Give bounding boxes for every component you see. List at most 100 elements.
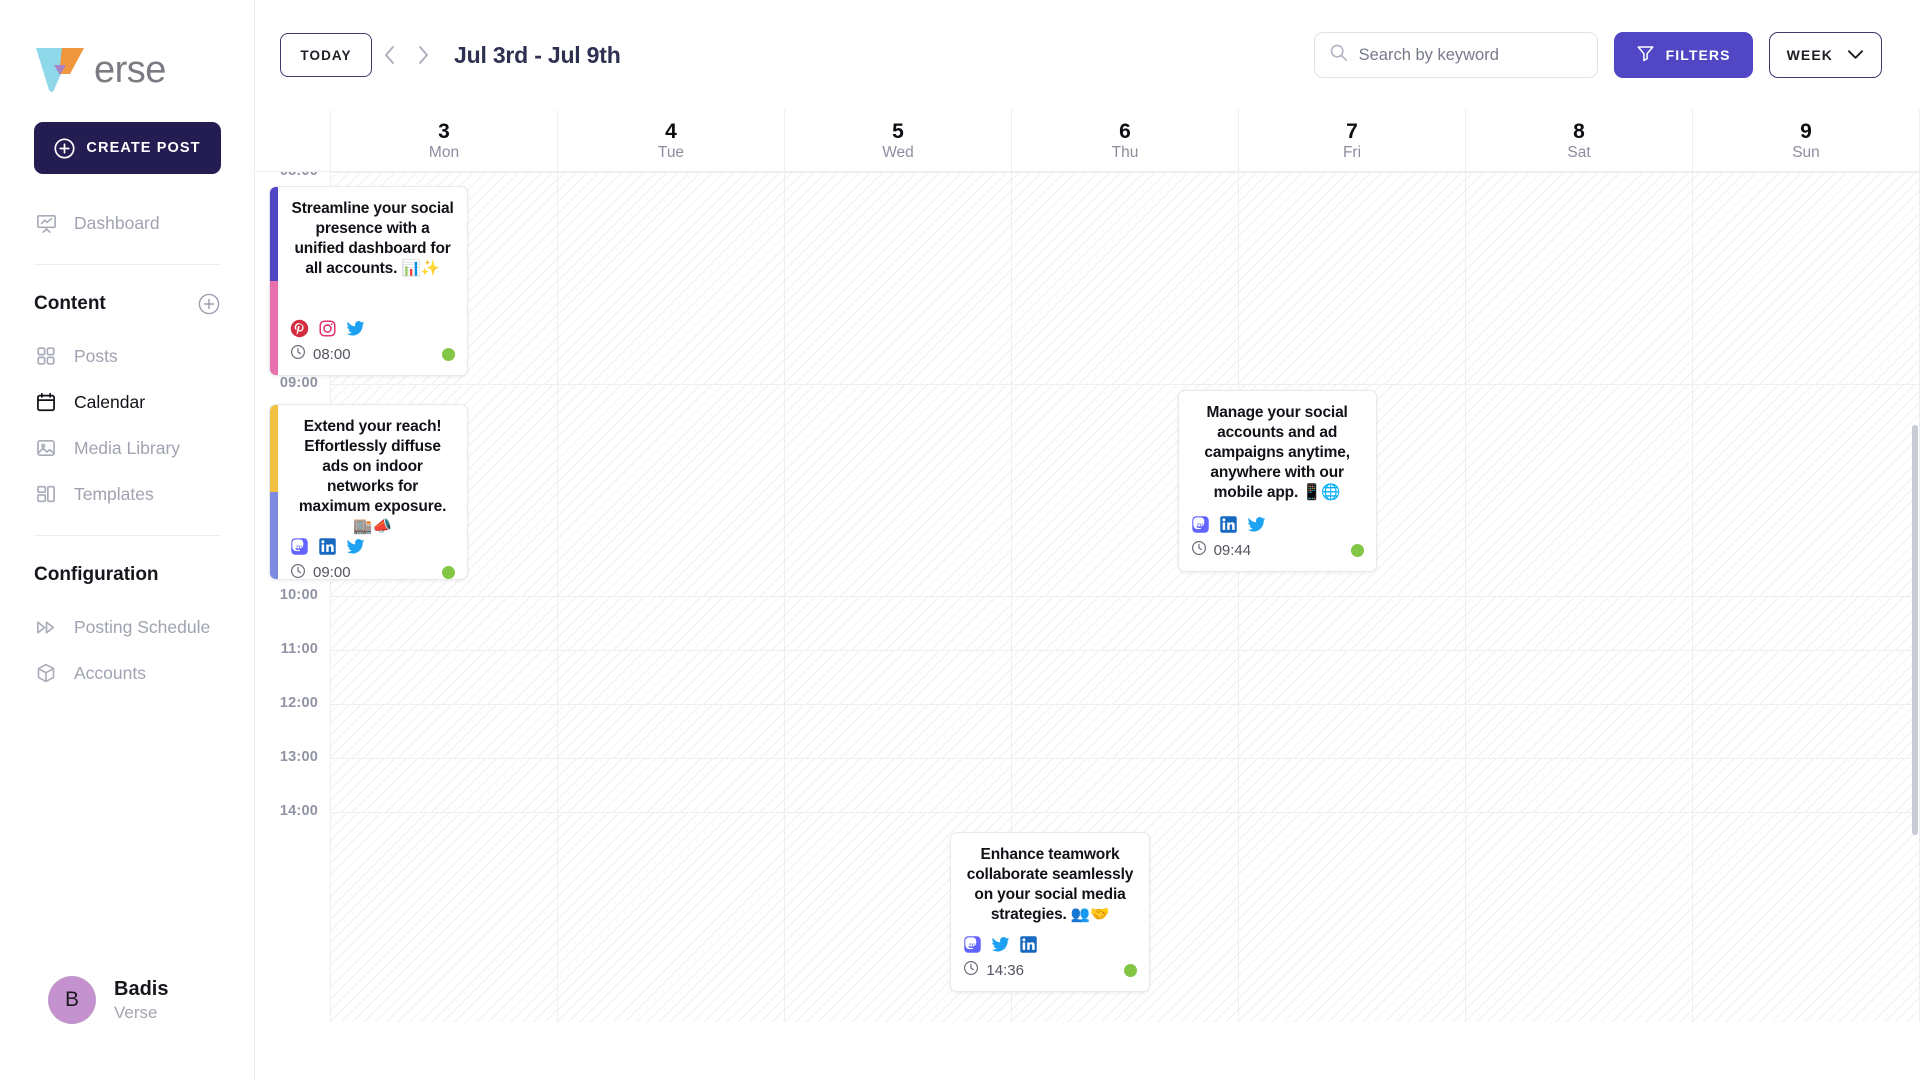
view-mode-dropdown[interactable]: WEEK xyxy=(1768,32,1882,78)
calendar-cell[interactable] xyxy=(784,385,1011,596)
search-field[interactable] xyxy=(1313,32,1598,78)
calendar-cell[interactable] xyxy=(1011,705,1238,758)
twitter-icon xyxy=(1247,515,1266,534)
calendar-cell[interactable] xyxy=(1238,597,1465,650)
day-header-fri[interactable]: 7 Fri xyxy=(1238,110,1465,171)
svg-text:m: m xyxy=(296,543,303,552)
day-header-thu[interactable]: 6 Thu xyxy=(1011,110,1238,171)
calendar-cell[interactable] xyxy=(1238,173,1465,384)
calendar-cell[interactable] xyxy=(330,813,557,1022)
calendar-cell[interactable] xyxy=(784,651,1011,704)
calendar-cell[interactable] xyxy=(1238,705,1465,758)
prev-week-button[interactable] xyxy=(372,35,406,75)
calendar-scroll-area[interactable]: 08:00 09:00 10:00 11:00 12:00 13:00 14:00 Stre… xyxy=(255,172,1920,1080)
sidebar-nav: Dashboard Content Posts Calendar Media L… xyxy=(0,200,254,696)
calendar-cell[interactable] xyxy=(1238,813,1465,1022)
vertical-scrollbar[interactable] xyxy=(1912,425,1918,835)
day-header-sat[interactable]: 8 Sat xyxy=(1465,110,1692,171)
calendar-cell[interactable] xyxy=(1465,759,1692,812)
app-logo[interactable]: erse xyxy=(0,8,254,94)
calendar-cell[interactable] xyxy=(1011,173,1238,384)
calendar-cell[interactable] xyxy=(784,173,1011,384)
calendar-cell[interactable] xyxy=(1692,385,1920,596)
calendar-cell[interactable] xyxy=(1465,385,1692,596)
calendar-cell[interactable] xyxy=(330,705,557,758)
profile-name: Badis xyxy=(114,977,169,1000)
calendar-cell[interactable] xyxy=(557,705,784,758)
user-profile[interactable]: B Badis Verse xyxy=(0,952,254,1048)
create-post-button[interactable]: CREATE POST xyxy=(34,122,221,174)
section-title: Content xyxy=(34,293,106,314)
calendar-cell[interactable] xyxy=(330,651,557,704)
calendar-cell[interactable] xyxy=(1465,705,1692,758)
sidebar-item-media-library[interactable]: Media Library xyxy=(0,425,254,471)
filters-button[interactable]: FILTERS xyxy=(1613,32,1753,78)
day-header-mon[interactable]: 3 Mon xyxy=(330,110,557,171)
calendar-cell[interactable] xyxy=(1465,651,1692,704)
calendar-cell[interactable] xyxy=(330,597,557,650)
calendar-cell[interactable] xyxy=(1011,597,1238,650)
sidebar-item-dashboard[interactable]: Dashboard xyxy=(0,200,254,246)
linkedin-icon xyxy=(318,537,337,556)
calendar-cell[interactable] xyxy=(1692,597,1920,650)
day-name: Sat xyxy=(1567,144,1591,162)
sidebar-item-calendar[interactable]: Calendar xyxy=(0,379,254,425)
sidebar-item-templates[interactable]: Templates xyxy=(0,471,254,517)
calendar-event-card[interactable]: Enhance teamwork collaborate seamlessly … xyxy=(950,832,1150,992)
event-time: 09:00 xyxy=(290,563,351,579)
calendar-cell[interactable] xyxy=(1692,813,1920,1022)
calendar-cell[interactable] xyxy=(1011,759,1238,812)
calendar-cell[interactable] xyxy=(1692,705,1920,758)
clock-icon xyxy=(290,344,306,364)
next-week-button[interactable] xyxy=(406,35,440,75)
calendar: 3Mon4Tue5Wed6Thu7Fri8Sat9Sun 08:0009:001… xyxy=(255,110,1920,1080)
svg-text:m: m xyxy=(1197,520,1204,529)
calendar-cell[interactable] xyxy=(1692,173,1920,384)
logo-wordmark: erse xyxy=(94,48,166,91)
day-name: Sun xyxy=(1792,144,1820,162)
calendar-cell[interactable] xyxy=(330,759,557,812)
calendar-event-card[interactable]: Manage your social accounts and ad campa… xyxy=(1177,390,1377,572)
view-mode-label: WEEK xyxy=(1786,47,1833,63)
sidebar-item-posts[interactable]: Posts xyxy=(0,333,254,379)
calendar-cell[interactable] xyxy=(1692,651,1920,704)
calendar-cell[interactable] xyxy=(1238,651,1465,704)
day-number: 4 xyxy=(665,120,677,144)
calendar-cell[interactable] xyxy=(557,651,784,704)
calendar-cell[interactable] xyxy=(557,813,784,1022)
instagram-icon xyxy=(318,319,337,338)
search-input[interactable] xyxy=(1358,45,1583,65)
calendar-cell[interactable] xyxy=(557,385,784,596)
sidebar-item-label: Media Library xyxy=(74,437,181,458)
sidebar-item-label: Templates xyxy=(74,483,154,504)
clock-icon xyxy=(290,563,306,579)
calendar-event-card[interactable]: Streamline your social presence with a u… xyxy=(269,186,469,376)
day-header-wed[interactable]: 5 Wed xyxy=(784,110,1011,171)
section-title: Configuration xyxy=(34,564,159,585)
calendar-cell[interactable] xyxy=(784,597,1011,650)
calendar-cell[interactable] xyxy=(1465,173,1692,384)
calendar-cell[interactable] xyxy=(784,759,1011,812)
hour-cells xyxy=(330,704,1920,758)
today-button[interactable]: TODAY xyxy=(280,33,372,77)
calendar-cell[interactable] xyxy=(557,173,784,384)
day-header-tue[interactable]: 4 Tue xyxy=(557,110,784,171)
event-time: 14:36 xyxy=(963,960,1024,980)
plus-circle-icon[interactable] xyxy=(198,293,220,315)
sidebar-item-posting-schedule[interactable]: Posting Schedule xyxy=(0,604,254,650)
calendar-cell[interactable] xyxy=(1465,597,1692,650)
hour-row: 12:00 xyxy=(255,695,1920,758)
sidebar-item-accounts[interactable]: Accounts xyxy=(0,650,254,696)
calendar-cell[interactable] xyxy=(784,705,1011,758)
plus-circle-icon xyxy=(54,137,75,159)
calendar-cell[interactable] xyxy=(1465,813,1692,1022)
calendar-cell[interactable] xyxy=(1011,651,1238,704)
calendar-event-card[interactable]: Extend your reach! Effortlessly diffuse … xyxy=(269,404,469,580)
calendar-cell[interactable] xyxy=(1238,759,1465,812)
day-header-sun[interactable]: 9 Sun xyxy=(1692,110,1920,171)
day-number: 9 xyxy=(1800,120,1812,144)
sidebar-section-content: Content xyxy=(0,275,254,333)
calendar-cell[interactable] xyxy=(557,759,784,812)
calendar-cell[interactable] xyxy=(557,597,784,650)
calendar-cell[interactable] xyxy=(1692,759,1920,812)
